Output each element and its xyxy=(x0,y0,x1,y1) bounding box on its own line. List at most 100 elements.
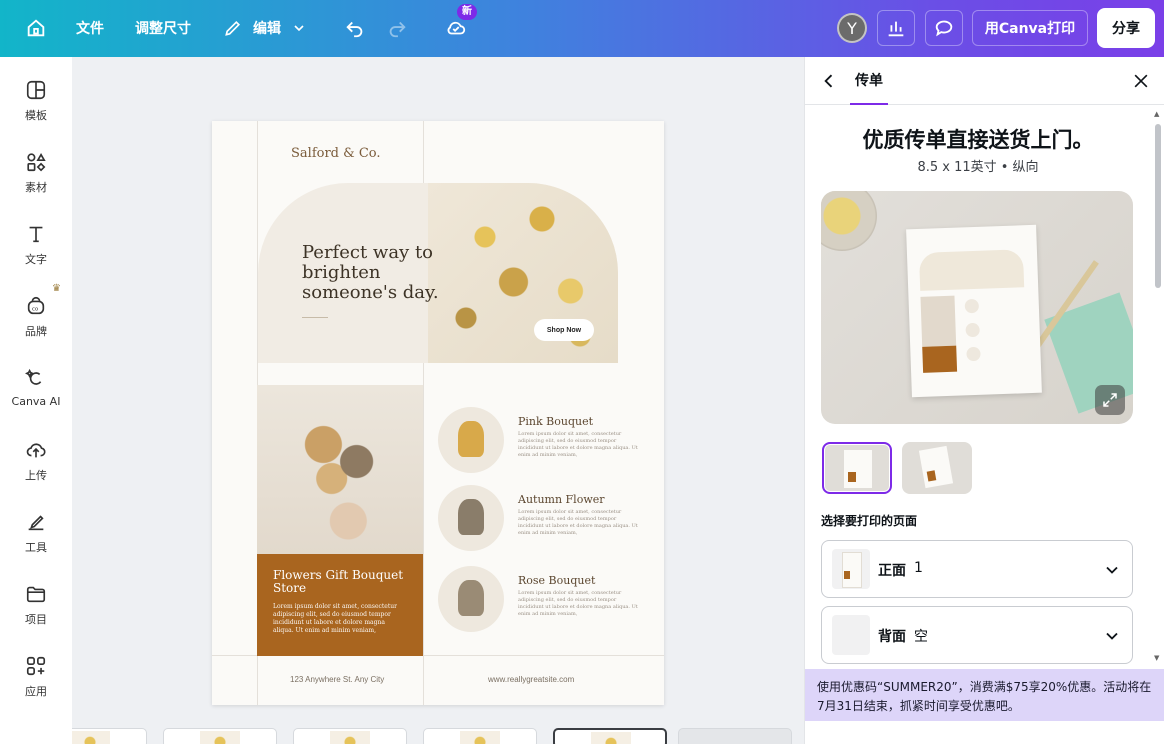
scroll-thumb[interactable] xyxy=(1155,124,1161,288)
sidebar: 模板 素材 文字 co 品牌 ♛ Canva AI 上传 工具 项目 应用 xyxy=(0,57,72,744)
select-pages-label: 选择要打印的页面 xyxy=(821,514,918,528)
bouquet-image[interactable] xyxy=(257,385,423,555)
sidebar-item-label: 模板 xyxy=(25,109,47,122)
tab-flyer[interactable]: 传单 xyxy=(850,57,888,105)
page-thumbnails xyxy=(72,728,804,744)
print-with-canva-button[interactable]: 用Canva打印 xyxy=(972,10,1088,46)
back-page-select[interactable]: 背面 空 xyxy=(821,606,1133,664)
product-item[interactable]: Pink Bouquet Lorem ipsum dolor sit amet,… xyxy=(438,407,653,477)
product-text[interactable]: Lorem ipsum dolor sit amet, consectetur … xyxy=(518,431,638,459)
chevron-down-icon xyxy=(294,25,304,32)
page-thumbnail[interactable] xyxy=(72,728,147,744)
expand-button[interactable] xyxy=(1095,385,1125,415)
chevron-down-icon xyxy=(1106,566,1118,574)
store-title[interactable]: Flowers Gift Bouquet Store xyxy=(273,569,407,595)
product-name[interactable]: Pink Bouquet xyxy=(518,415,593,428)
svg-text:co: co xyxy=(32,307,39,313)
panel-title: 优质传单直接送货上门。 xyxy=(862,128,1094,152)
file-menu[interactable]: 文件 xyxy=(68,10,112,46)
sidebar-item-label: 文字 xyxy=(25,253,47,266)
expand-icon xyxy=(1103,393,1117,407)
sidebar-item-upload[interactable]: 上传 xyxy=(0,439,72,499)
sidebar-item-apps[interactable]: 应用 xyxy=(0,655,72,715)
comment-icon xyxy=(935,20,953,37)
scrollbar[interactable]: ▲ ▼ xyxy=(1151,106,1164,668)
hero-title[interactable]: Perfect way to brighten someone's day. xyxy=(302,243,472,303)
comment-button[interactable] xyxy=(925,10,963,46)
page-thumbnail xyxy=(832,615,870,655)
sidebar-item-label: 项目 xyxy=(25,613,47,626)
product-image[interactable] xyxy=(438,566,504,632)
design-page[interactable]: Salford & Co. Perfect way to brighten so… xyxy=(212,121,664,705)
new-badge: 新 xyxy=(457,4,477,20)
template-icon xyxy=(26,80,46,100)
front-label: 正面 xyxy=(878,563,906,579)
preview-thumbnail[interactable] xyxy=(902,442,972,494)
product-preview-image[interactable] xyxy=(821,191,1133,424)
insights-button[interactable] xyxy=(877,10,915,46)
chevron-down-icon xyxy=(1106,632,1118,640)
brand-icon: co xyxy=(27,296,45,315)
preview-thumbnail-selected[interactable] xyxy=(822,442,892,494)
home-button[interactable] xyxy=(20,10,52,46)
edit-menu[interactable]: 编辑 xyxy=(218,10,312,46)
sidebar-item-label: 应用 xyxy=(25,685,47,698)
back-button[interactable] xyxy=(819,71,839,91)
sidebar-item-label: 品牌 xyxy=(25,325,47,338)
elements-icon xyxy=(27,153,46,172)
sidebar-item-label: Canva AI xyxy=(11,395,61,408)
page-thumbnail xyxy=(832,549,870,589)
close-icon xyxy=(1134,74,1148,88)
store-box[interactable]: Flowers Gift Bouquet Store Lorem ipsum d… xyxy=(257,554,423,656)
sidebar-item-text[interactable]: 文字 xyxy=(0,223,72,283)
page-thumbnail-active[interactable] xyxy=(553,728,667,744)
product-name[interactable]: Rose Bouquet xyxy=(518,574,595,587)
canvas-area: Salford & Co. Perfect way to brighten so… xyxy=(72,57,804,744)
text-icon xyxy=(29,226,43,243)
scroll-down-icon[interactable]: ▼ xyxy=(1154,654,1159,662)
address-text[interactable]: 123 Anywhere St. Any City xyxy=(290,675,384,684)
resize-menu[interactable]: 调整尺寸 xyxy=(126,10,200,46)
sidebar-item-label: 素材 xyxy=(25,181,47,194)
undo-button[interactable] xyxy=(340,10,370,46)
sidebar-item-label: 工具 xyxy=(25,541,47,554)
store-text[interactable]: Lorem ipsum dolor sit amet, consectetur … xyxy=(273,603,407,635)
sidebar-item-canva-ai[interactable]: Canva AI xyxy=(0,367,72,427)
page-thumbnail[interactable] xyxy=(423,728,537,744)
sidebar-item-templates[interactable]: 模板 xyxy=(0,79,72,139)
shop-now-button[interactable]: Shop Now xyxy=(534,319,594,341)
product-item[interactable]: Autumn Flower Lorem ipsum dolor sit amet… xyxy=(438,485,653,555)
preview-flyer xyxy=(906,224,1042,398)
page-thumbnail[interactable] xyxy=(163,728,277,744)
canva-ai-icon xyxy=(25,368,42,385)
sidebar-item-tools[interactable]: 工具 xyxy=(0,511,72,571)
sidebar-item-elements[interactable]: 素材 xyxy=(0,151,72,211)
product-image[interactable] xyxy=(438,485,504,551)
brand-name[interactable]: Salford & Co. xyxy=(291,146,381,161)
close-button[interactable] xyxy=(1131,71,1151,91)
scroll-up-icon[interactable]: ▲ xyxy=(1154,110,1159,118)
product-name[interactable]: Autumn Flower xyxy=(518,493,605,506)
product-text[interactable]: Lorem ipsum dolor sit amet, consectetur … xyxy=(518,590,638,618)
panel-header: 传单 xyxy=(805,57,1164,105)
hero-banner[interactable]: Perfect way to brighten someone's day. S… xyxy=(258,183,618,363)
avatar[interactable]: Y xyxy=(837,13,867,43)
website-text[interactable]: www.reallygreatsite.com xyxy=(488,675,574,684)
sidebar-item-projects[interactable]: 项目 xyxy=(0,583,72,643)
page-thumbnail[interactable] xyxy=(678,728,792,744)
product-image[interactable] xyxy=(438,407,504,473)
redo-button[interactable] xyxy=(382,10,412,46)
front-page-select[interactable]: 正面 1 xyxy=(821,540,1133,598)
product-item[interactable]: Rose Bouquet Lorem ipsum dolor sit amet,… xyxy=(438,566,653,636)
divider xyxy=(302,317,328,318)
share-button[interactable]: 分享 xyxy=(1097,8,1155,48)
product-text[interactable]: Lorem ipsum dolor sit amet, consectetur … xyxy=(518,509,638,537)
crown-icon: ♛ xyxy=(52,283,61,294)
page-thumbnail[interactable] xyxy=(293,728,407,744)
panel-subtitle: 8.5 x 11英寸 • 纵向 xyxy=(917,160,1039,175)
sidebar-item-brand[interactable]: co 品牌 xyxy=(0,295,72,355)
pencil-icon xyxy=(225,20,241,36)
home-icon xyxy=(27,19,45,37)
apps-icon xyxy=(26,656,46,676)
back-label: 背面 xyxy=(878,629,906,645)
